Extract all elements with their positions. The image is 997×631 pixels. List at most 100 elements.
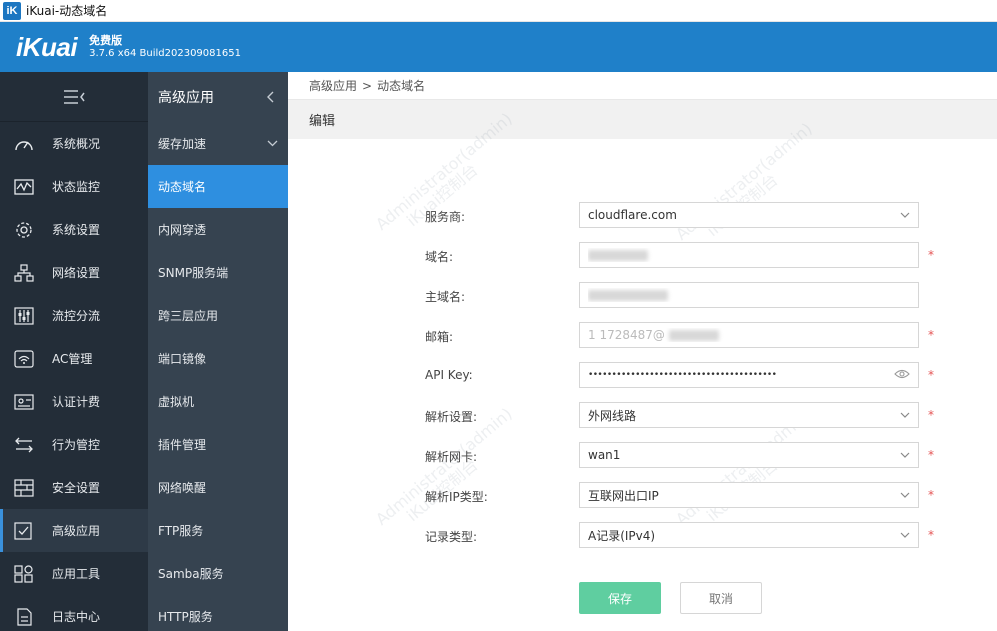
- record-type-value: A记录(IPv4): [588, 528, 656, 543]
- sidebar-item[interactable]: 状态监控: [0, 165, 148, 208]
- row-domain: 域名: *: [288, 242, 997, 268]
- nic-label: 解析网卡:: [425, 450, 478, 464]
- domain-input[interactable]: [579, 242, 919, 268]
- chevron-down-icon: [900, 210, 910, 220]
- sidebar-item-label: 安全设置: [52, 481, 101, 495]
- cancel-button[interactable]: 取消: [680, 582, 762, 614]
- required-mark: *: [928, 328, 934, 342]
- domain-value-redacted: [588, 248, 910, 262]
- sidebar-item[interactable]: 网络设置: [0, 251, 148, 294]
- api-key-label: API Key:: [425, 368, 473, 382]
- required-mark: *: [928, 248, 934, 262]
- network-tree-icon: [13, 263, 35, 282]
- resolve-select[interactable]: 外网线路: [579, 402, 919, 428]
- submenu-item-label: 跨三层应用: [158, 309, 219, 323]
- submenu-item[interactable]: HTTP服务: [148, 595, 288, 631]
- ip-type-select[interactable]: 互联网出口IP: [579, 482, 919, 508]
- submenu-item[interactable]: 虚拟机: [148, 380, 288, 423]
- submenu-item[interactable]: 插件管理: [148, 423, 288, 466]
- window-title: iKuai-动态域名: [26, 4, 108, 18]
- resolve-value: 外网线路: [588, 408, 637, 423]
- submenu-item-label: Samba服务: [158, 567, 224, 581]
- chevron-down-icon: [900, 530, 910, 540]
- submenu-item[interactable]: 动态域名: [148, 165, 288, 208]
- main-content: 高级应用 > 动态域名 编辑 Administrator(admin) iKua…: [288, 72, 997, 631]
- required-mark: *: [928, 448, 934, 462]
- submenu-item[interactable]: 端口镜像: [148, 337, 288, 380]
- host-label: 主域名:: [425, 290, 466, 304]
- sidebar-item[interactable]: 应用工具: [0, 552, 148, 595]
- submenu-header: 高级应用: [148, 72, 288, 122]
- nic-value: wan1: [588, 448, 621, 462]
- edition-label: 免费版: [89, 34, 123, 47]
- sidebar-item[interactable]: 系统概况: [0, 122, 148, 165]
- apps-grid-icon: [13, 564, 35, 583]
- required-mark: *: [928, 408, 934, 422]
- collapse-left-icon[interactable]: [266, 91, 274, 103]
- firewall-icon: [13, 478, 35, 497]
- api-key-value: ••••••••••••••••••••••••••••••••••••••••: [588, 370, 777, 380]
- breadcrumb: 高级应用 > 动态域名: [288, 72, 997, 99]
- provider-select[interactable]: cloudflare.com: [579, 202, 919, 228]
- breadcrumb-parent[interactable]: 高级应用: [309, 77, 357, 94]
- sidebar-item[interactable]: 安全设置: [0, 466, 148, 509]
- save-button[interactable]: 保存: [579, 582, 661, 614]
- row-email: 邮箱: 1 1728487@ *: [288, 322, 997, 348]
- host-input[interactable]: [579, 282, 919, 308]
- record-type-select[interactable]: A记录(IPv4): [579, 522, 919, 548]
- submenu-item-label: 网络唤醒: [158, 481, 207, 495]
- sidebar-item[interactable]: 高级应用: [0, 509, 148, 552]
- sidebar-item[interactable]: 行为管控: [0, 423, 148, 466]
- api-key-input[interactable]: ••••••••••••••••••••••••••••••••••••••••: [579, 362, 919, 388]
- sidebar-item[interactable]: 流控分流: [0, 294, 148, 337]
- submenu-item-label: FTP服务: [158, 524, 204, 538]
- swap-arrows-icon: [13, 436, 35, 454]
- submenu-item-label: HTTP服务: [158, 610, 213, 624]
- sidebar-item-label: 系统设置: [52, 223, 101, 237]
- sidebar-item[interactable]: 系统设置: [0, 208, 148, 251]
- sidebar-item[interactable]: 认证计费: [0, 380, 148, 423]
- email-value: 1 1728487@: [588, 328, 910, 342]
- submenu-item[interactable]: 内网穿透: [148, 208, 288, 251]
- sidebar-item-label: 高级应用: [52, 524, 101, 538]
- row-ip-type: 解析IP类型: 互联网出口IP *: [288, 482, 997, 508]
- submenu-item[interactable]: 缓存加速: [148, 122, 288, 165]
- submenu-item[interactable]: 跨三层应用: [148, 294, 288, 337]
- submenu-item-label: 内网穿透: [158, 223, 207, 237]
- sidebar-item-label: 应用工具: [52, 567, 101, 581]
- sidebar-item-label: 网络设置: [52, 266, 101, 280]
- email-visible-fragment: 1 1728487@: [588, 328, 665, 342]
- submenu-item-label: 缓存加速: [158, 137, 207, 151]
- submenu-item[interactable]: FTP服务: [148, 509, 288, 552]
- document-icon: [13, 607, 35, 626]
- gear-icon: [13, 221, 35, 239]
- provider-value: cloudflare.com: [588, 208, 677, 222]
- row-resolve: 解析设置: 外网线路 *: [288, 402, 997, 428]
- sidebar-item[interactable]: 日志中心: [0, 595, 148, 631]
- submenu-item-label: 虚拟机: [158, 395, 195, 409]
- record-type-label: 记录类型:: [425, 530, 478, 544]
- row-nic: 解析网卡: wan1 *: [288, 442, 997, 468]
- submenu-item-label: SNMP服务端: [158, 266, 229, 280]
- ip-type-value: 互联网出口IP: [588, 488, 659, 503]
- required-mark: *: [928, 528, 934, 542]
- host-value-redacted: [588, 288, 910, 302]
- provider-label: 服务商:: [425, 210, 466, 224]
- submenu-item[interactable]: SNMP服务端: [148, 251, 288, 294]
- email-label: 邮箱:: [425, 330, 454, 344]
- resolve-label: 解析设置:: [425, 410, 478, 424]
- speedometer-icon: [13, 135, 35, 153]
- submenu-item[interactable]: Samba服务: [148, 552, 288, 595]
- top-header: iKuai 免费版 3.7.6 x64 Build202309081651: [0, 22, 997, 72]
- submenu-item[interactable]: 网络唤醒: [148, 466, 288, 509]
- wifi-ap-icon: [13, 349, 35, 368]
- sidebar-item[interactable]: AC管理: [0, 337, 148, 380]
- eye-icon[interactable]: [894, 368, 910, 382]
- sidebar-item-label: AC管理: [52, 352, 93, 366]
- menu-collapse-button[interactable]: [0, 72, 148, 122]
- id-card-icon: [13, 393, 35, 411]
- submenu-item-label: 端口镜像: [158, 352, 207, 366]
- nic-select[interactable]: wan1: [579, 442, 919, 468]
- email-input[interactable]: 1 1728487@: [579, 322, 919, 348]
- sliders-icon: [13, 306, 35, 325]
